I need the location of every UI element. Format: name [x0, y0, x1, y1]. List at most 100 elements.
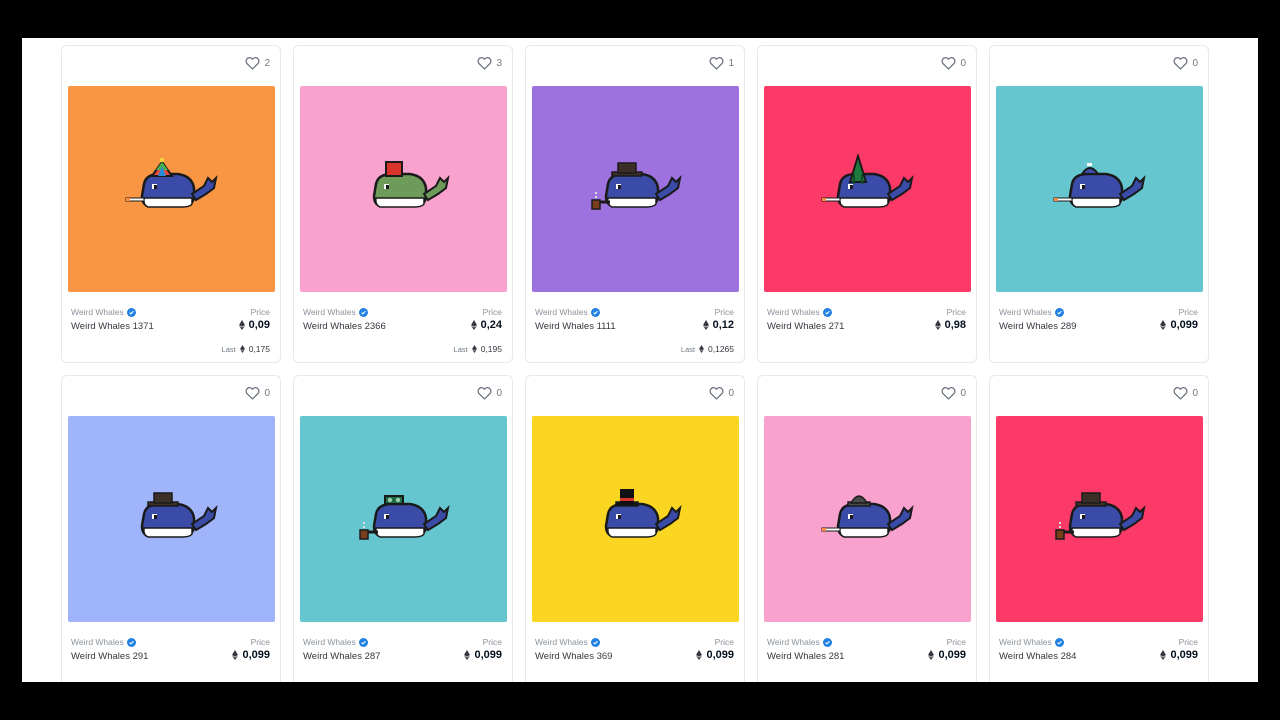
nft-image[interactable] — [68, 86, 275, 292]
heart-icon — [941, 56, 956, 70]
like-button[interactable]: 0 — [1173, 56, 1198, 70]
current-price: 0,099 — [1160, 319, 1198, 331]
like-button[interactable]: 2 — [245, 56, 270, 70]
price-label: Price — [1178, 307, 1198, 317]
nft-card[interactable]: 0 Weird Whales Price Weird Whales 291 0,… — [61, 375, 281, 682]
nft-image[interactable] — [68, 416, 275, 622]
nft-image[interactable] — [532, 416, 739, 622]
like-button[interactable]: 1 — [709, 56, 734, 70]
verified-badge-icon — [358, 637, 368, 647]
collection-name[interactable]: Weird Whales — [71, 307, 270, 317]
nft-card[interactable]: 0 Weird Whales Price Weird Whales 289 0,… — [989, 45, 1209, 363]
eth-icon — [1160, 650, 1167, 660]
like-button[interactable]: 0 — [941, 386, 966, 400]
price-value: 0,099 — [474, 649, 502, 661]
last-sale: Last 0,1265 — [681, 344, 734, 354]
verified-badge-icon — [590, 637, 600, 647]
current-price: 0,24 — [470, 319, 502, 331]
whale-pixel-art — [821, 495, 914, 538]
like-count: 0 — [1192, 387, 1198, 399]
heart-icon — [941, 386, 956, 400]
eth-icon — [232, 650, 239, 660]
like-button[interactable]: 0 — [245, 386, 270, 400]
collection-name[interactable]: Weird Whales — [767, 307, 966, 317]
verified-badge-icon — [822, 637, 832, 647]
current-price: 0,099 — [232, 649, 270, 661]
collection-name[interactable]: Weird Whales — [303, 307, 502, 317]
nft-image[interactable] — [300, 86, 507, 292]
verified-badge-icon — [1054, 637, 1064, 647]
current-price: 0,09 — [238, 319, 270, 331]
price-label: Price — [946, 637, 966, 647]
nft-grid: 2 Weird Whales Price Weird Whales 1371 0… — [61, 45, 1209, 682]
collection-label: Weird Whales — [71, 307, 124, 317]
like-button[interactable]: 0 — [477, 386, 502, 400]
price-value: 0,12 — [712, 319, 734, 331]
heart-icon — [709, 386, 724, 400]
card-info: Weird Whales Price Weird Whales 281 0,09… — [767, 637, 966, 662]
last-label: Last — [453, 344, 468, 354]
price-value: 0,099 — [938, 649, 966, 661]
card-info: Weird Whales Price Weird Whales 287 0,09… — [303, 637, 502, 662]
collection-label: Weird Whales — [535, 637, 588, 647]
nft-image[interactable] — [300, 416, 507, 622]
nft-image[interactable] — [996, 416, 1203, 622]
eth-icon — [239, 345, 245, 353]
heart-icon — [477, 386, 492, 400]
nft-image[interactable] — [532, 86, 739, 292]
nft-card[interactable]: 0 Weird Whales Price Weird Whales 284 0,… — [989, 375, 1209, 682]
verified-badge-icon — [126, 637, 136, 647]
collection-name[interactable]: Weird Whales — [999, 307, 1198, 317]
nft-card[interactable]: 0 Weird Whales Price Weird Whales 271 0,… — [757, 45, 977, 363]
collection-name[interactable]: Weird Whales — [535, 637, 734, 647]
browser-viewport: 2 Weird Whales Price Weird Whales 1371 0… — [22, 38, 1258, 682]
price-label: Price — [250, 637, 270, 647]
nft-card[interactable]: 0 Weird Whales Price Weird Whales 369 0,… — [525, 375, 745, 682]
price-value: 0,099 — [706, 649, 734, 661]
like-button[interactable]: 0 — [709, 386, 734, 400]
verified-badge-icon — [590, 307, 600, 317]
collection-name[interactable]: Weird Whales — [303, 637, 502, 647]
nft-image[interactable] — [996, 86, 1203, 292]
verified-badge-icon — [1054, 307, 1064, 317]
nft-image[interactable] — [764, 416, 971, 622]
collection-name[interactable]: Weird Whales — [767, 637, 966, 647]
nft-card[interactable]: 2 Weird Whales Price Weird Whales 1371 0… — [61, 45, 281, 363]
nft-card[interactable]: 0 Weird Whales Price Weird Whales 281 0,… — [757, 375, 977, 682]
collection-name[interactable]: Weird Whales — [71, 637, 270, 647]
card-info: Weird Whales Price Weird Whales 271 0,98 — [767, 307, 966, 332]
whale-pixel-art — [1054, 492, 1146, 540]
card-info: Weird Whales Price Weird Whales 2366 0,2… — [303, 307, 502, 332]
last-sale: Last 0,175 — [222, 344, 270, 354]
nft-card[interactable]: 0 Weird Whales Price Weird Whales 287 0,… — [293, 375, 513, 682]
heart-icon — [1173, 56, 1188, 70]
current-price: 0,099 — [696, 649, 734, 661]
nft-card[interactable]: 3 Weird Whales Price Weird Whales 2366 0… — [293, 45, 513, 363]
like-button[interactable]: 0 — [941, 56, 966, 70]
card-info: Weird Whales Price Weird Whales 369 0,09… — [535, 637, 734, 662]
like-button[interactable]: 0 — [1173, 386, 1198, 400]
collection-label: Weird Whales — [999, 637, 1052, 647]
collection-label: Weird Whales — [71, 637, 124, 647]
collection-name[interactable]: Weird Whales — [535, 307, 734, 317]
price-value: 0,24 — [480, 319, 502, 331]
like-button[interactable]: 3 — [477, 56, 502, 70]
current-price: 0,98 — [934, 319, 966, 331]
like-count: 0 — [728, 387, 734, 399]
nft-image[interactable] — [764, 86, 971, 292]
like-count: 1 — [728, 57, 734, 69]
price-label: Price — [714, 307, 734, 317]
eth-icon — [928, 650, 935, 660]
collection-label: Weird Whales — [767, 637, 820, 647]
nft-card[interactable]: 1 Weird Whales Price Weird Whales 1111 0… — [525, 45, 745, 363]
current-price: 0,099 — [928, 649, 966, 661]
heart-icon — [1173, 386, 1188, 400]
price-value: 0,099 — [1170, 319, 1198, 331]
like-count: 0 — [496, 387, 502, 399]
last-price: 0,1265 — [708, 344, 734, 354]
current-price: 0,099 — [1160, 649, 1198, 661]
like-count: 3 — [496, 57, 502, 69]
verified-badge-icon — [126, 307, 136, 317]
collection-name[interactable]: Weird Whales — [999, 637, 1198, 647]
eth-icon — [464, 650, 471, 660]
